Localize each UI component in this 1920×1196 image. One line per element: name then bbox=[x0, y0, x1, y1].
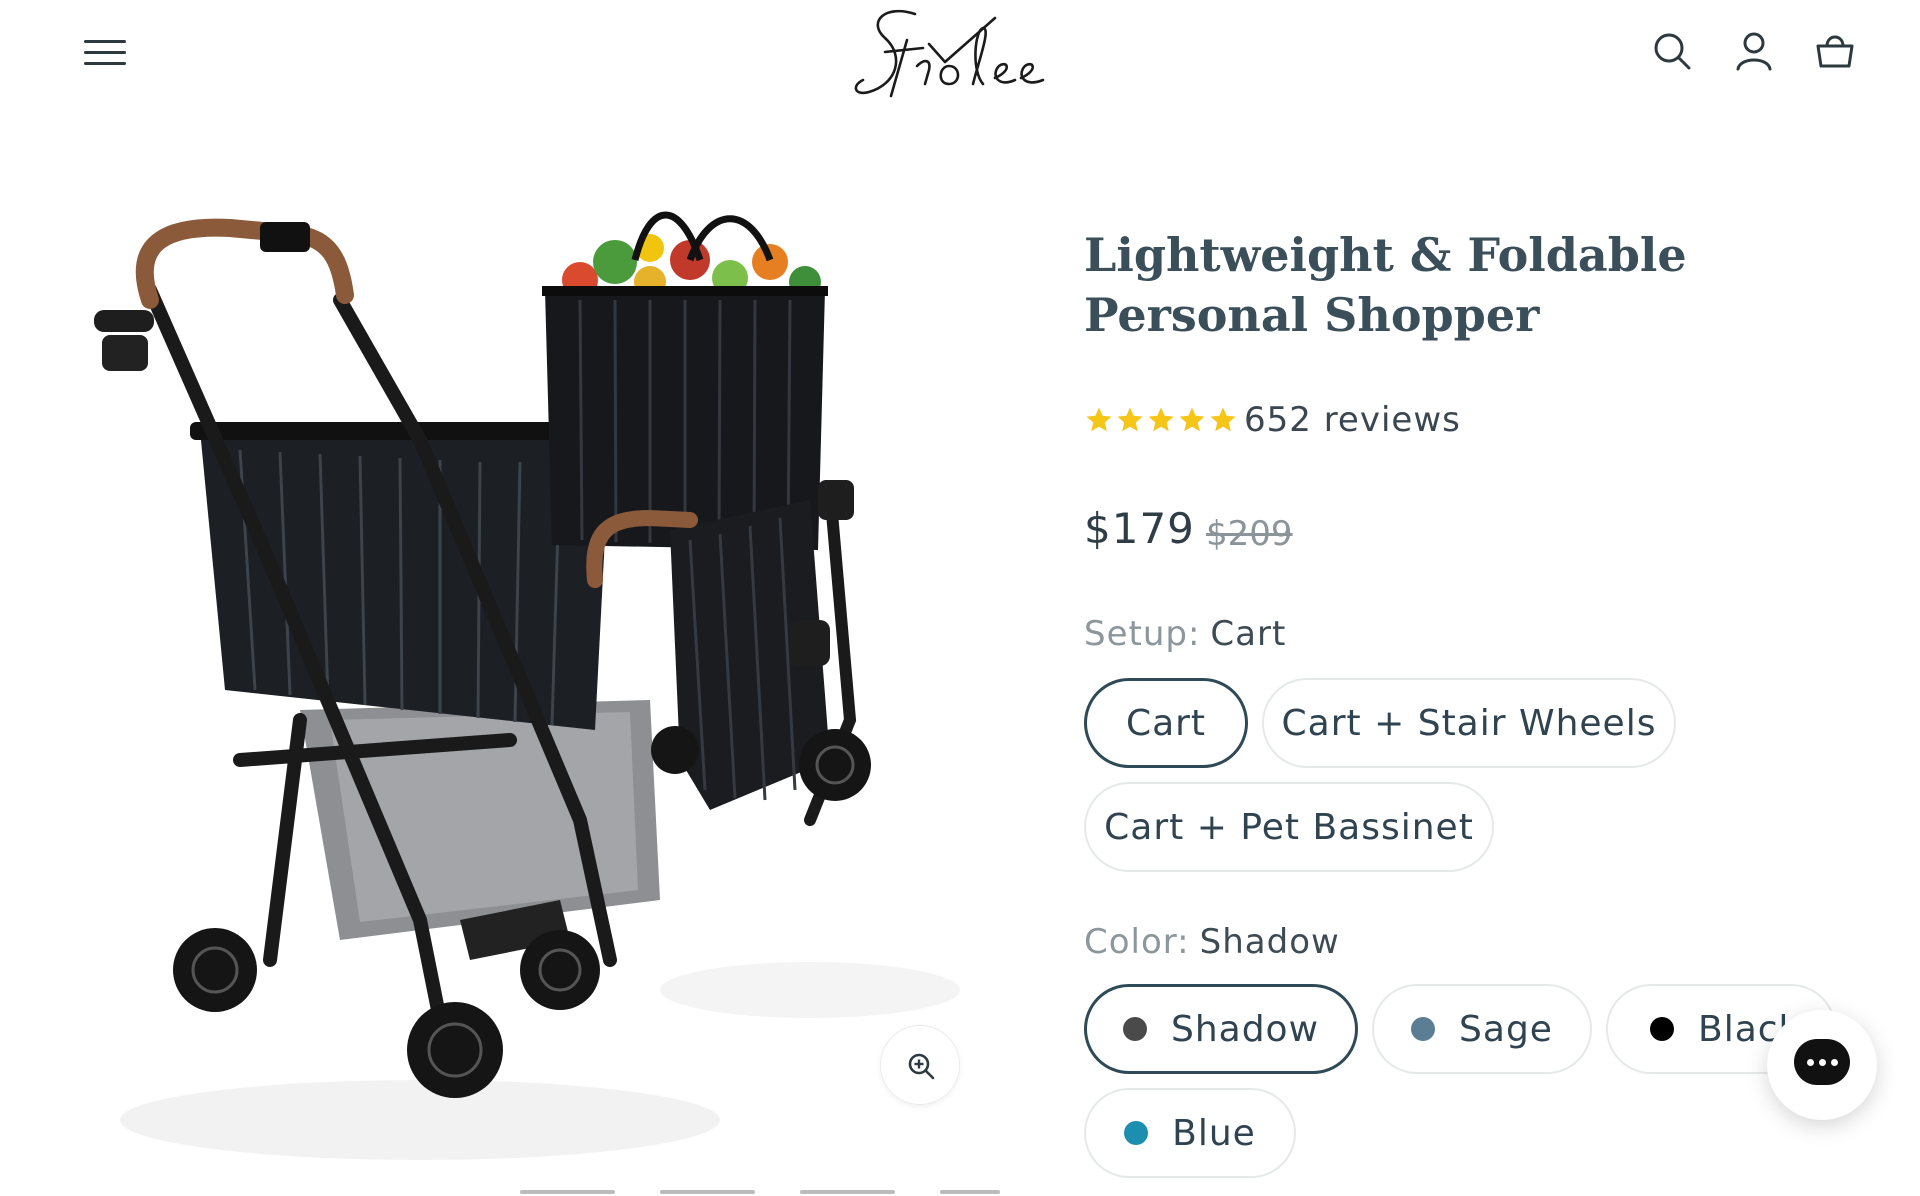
color-swatch bbox=[1411, 1017, 1436, 1041]
star-icon bbox=[1148, 407, 1174, 432]
color-label: Color: Shadow bbox=[1084, 922, 1340, 962]
star-icon bbox=[1086, 407, 1112, 432]
color-swatch bbox=[1122, 1017, 1147, 1041]
option-label: Sage bbox=[1459, 1008, 1553, 1050]
strolee-logo[interactable] bbox=[845, 0, 1085, 110]
setup-option-cart-pet-bassinet[interactable]: Cart + Pet Bassinet bbox=[1084, 782, 1494, 872]
star-icon bbox=[1179, 407, 1205, 432]
user-icon[interactable] bbox=[1733, 30, 1775, 72]
color-option-blue[interactable]: Blue bbox=[1084, 1088, 1296, 1178]
color-option-shadow[interactable]: Shadow bbox=[1084, 984, 1358, 1074]
star-rating bbox=[1084, 405, 1238, 435]
setup-option-cart-stair-wheels[interactable]: Cart + Stair Wheels bbox=[1262, 678, 1676, 768]
site-header bbox=[0, 0, 1920, 110]
setup-option-cart[interactable]: Cart bbox=[1084, 678, 1248, 768]
shopping-basket-icon[interactable] bbox=[1814, 30, 1856, 72]
option-label: Cart + Pet Bassinet bbox=[1104, 806, 1474, 848]
zoom-in-button[interactable] bbox=[880, 1025, 960, 1105]
product-title: Lightweight & Foldable Personal Shopper bbox=[1084, 228, 1687, 342]
star-icon bbox=[1117, 407, 1143, 432]
thumbnail-strip bbox=[520, 1190, 1020, 1196]
search-icon[interactable] bbox=[1651, 30, 1693, 72]
thumbnail[interactable] bbox=[940, 1190, 1000, 1194]
compare-at-price: $209 bbox=[1206, 514, 1293, 554]
setup-selected-value: Cart bbox=[1210, 614, 1287, 654]
color-selected-value: Shadow bbox=[1199, 922, 1340, 962]
thumbnail[interactable] bbox=[800, 1190, 895, 1194]
option-label: Blue bbox=[1172, 1112, 1256, 1154]
sale-price: $179 bbox=[1084, 504, 1195, 553]
reviews-link[interactable]: 652 reviews bbox=[1244, 400, 1461, 440]
thumbnail[interactable] bbox=[520, 1190, 615, 1194]
setup-label-key: Setup: bbox=[1084, 614, 1201, 654]
rating-row[interactable]: 652 reviews bbox=[1084, 396, 1461, 444]
color-swatch bbox=[1124, 1121, 1149, 1145]
chat-bubble-icon bbox=[1794, 1039, 1850, 1085]
chat-widget-button[interactable] bbox=[1767, 1010, 1877, 1120]
option-label: Cart + Stair Wheels bbox=[1281, 702, 1657, 744]
setup-label: Setup: Cart bbox=[1084, 614, 1286, 654]
color-option-sage[interactable]: Sage bbox=[1372, 984, 1592, 1074]
color-swatch bbox=[1650, 1017, 1674, 1041]
hamburger-menu-icon[interactable] bbox=[84, 38, 126, 68]
color-label-key: Color: bbox=[1084, 922, 1190, 962]
zoom-in-icon bbox=[908, 1053, 935, 1080]
star-icon bbox=[1210, 407, 1236, 432]
option-label: Cart bbox=[1125, 702, 1207, 744]
option-label: Shadow bbox=[1170, 1008, 1320, 1050]
thumbnail[interactable] bbox=[660, 1190, 755, 1194]
